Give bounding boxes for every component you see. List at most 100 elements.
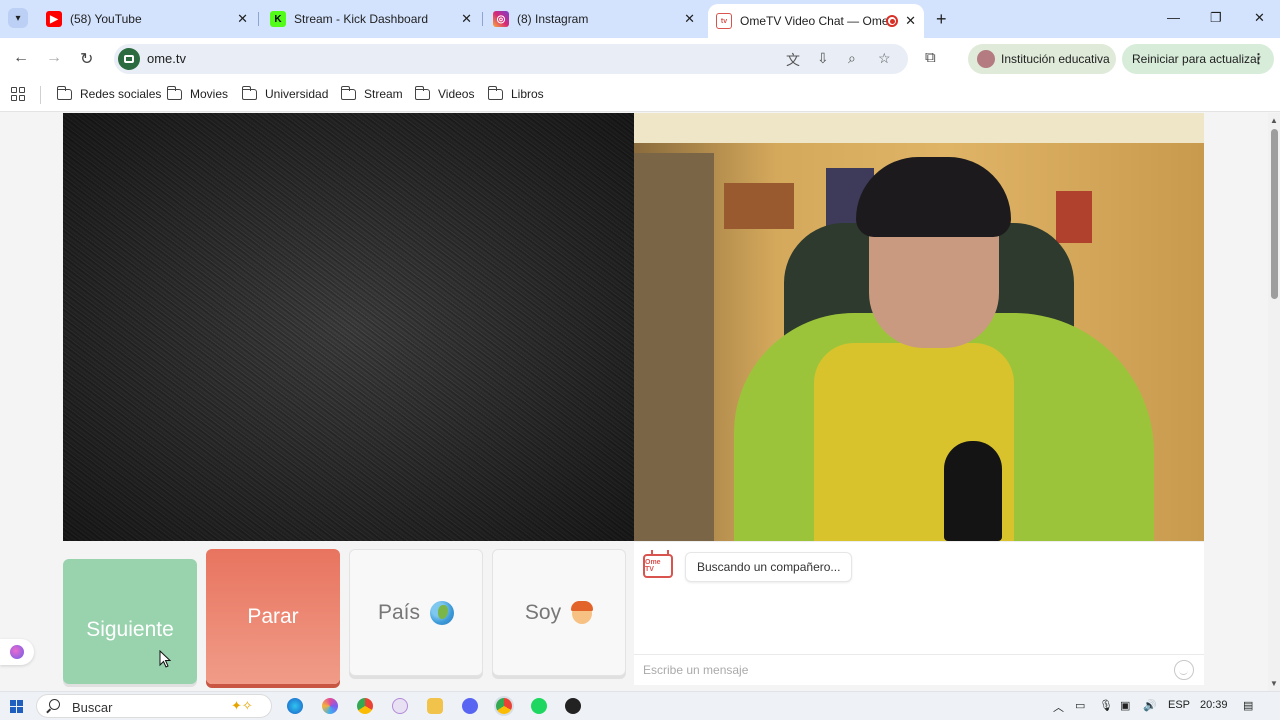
back-arrow-icon[interactable]: ← — [13, 49, 29, 67]
bookmark-star-icon[interactable]: ☆ — [878, 50, 891, 67]
bookmark-folder[interactable]: Libros — [487, 85, 544, 101]
bookmarks-bar: Redes sociales Movies Universidad Stream… — [0, 80, 1280, 112]
clock[interactable]: 20:39 — [1200, 699, 1228, 711]
country-button-label: País — [377, 600, 421, 624]
tab-instagram[interactable]: ◎ (8) Instagram ✕ — [485, 6, 703, 32]
next-button-label: Siguiente — [86, 617, 174, 641]
sparkle-icon: ✦✧ — [231, 698, 253, 713]
bookmark-folder[interactable]: Stream — [340, 85, 403, 101]
close-icon[interactable]: ✕ — [461, 11, 472, 27]
mouse-cursor-icon — [159, 650, 171, 668]
extensions-icon[interactable]: ⧉ — [925, 49, 936, 66]
bookmark-label: Libros — [511, 87, 544, 101]
zoom-icon[interactable]: ⌕ — [848, 50, 856, 67]
install-app-icon[interactable]: ⇩ — [817, 50, 829, 67]
tab-ometv[interactable]: tv OmeTV Video Chat — Ome ✕ — [708, 4, 924, 38]
avatar — [977, 50, 995, 68]
file-explorer-icon[interactable] — [427, 698, 443, 714]
chrome-active-icon[interactable] — [496, 698, 512, 714]
tab-youtube[interactable]: ▶ (58) YouTube ✕ — [38, 6, 256, 32]
next-button[interactable]: Siguiente — [63, 559, 197, 684]
obs-icon[interactable] — [565, 698, 581, 714]
apps-grid-icon[interactable] — [11, 87, 25, 101]
profile-label: Institución educativa — [1001, 52, 1110, 66]
tab-title: (8) Instagram — [517, 12, 589, 26]
folder-icon — [166, 85, 182, 100]
kick-icon: K — [270, 11, 286, 27]
restore-icon[interactable]: ❐ — [1210, 10, 1222, 26]
menu-dots-icon[interactable]: ⋮ — [1252, 51, 1265, 67]
folder-icon — [414, 85, 430, 100]
ometv-icon: tv — [716, 13, 732, 29]
scrollbar-thumb[interactable] — [1271, 129, 1278, 299]
folder-icon — [487, 85, 503, 100]
chat-message-input[interactable] — [643, 663, 1143, 677]
window-close-icon[interactable]: ✕ — [1254, 10, 1265, 26]
copilot-icon[interactable] — [322, 698, 338, 714]
taskbar-search[interactable]: Buscar ✦✧ — [36, 694, 272, 718]
discord-icon[interactable] — [462, 698, 478, 714]
tab-title: Stream - Kick Dashboard — [294, 12, 429, 26]
logo-text: Ome TV — [645, 559, 661, 573]
close-icon[interactable]: ✕ — [237, 11, 248, 27]
profile-button[interactable]: Institución educativa — [968, 44, 1116, 74]
close-icon[interactable]: ✕ — [684, 11, 695, 27]
reload-icon[interactable]: ↻ — [80, 49, 93, 69]
edge-icon[interactable] — [287, 698, 303, 714]
tab-divider — [258, 12, 259, 26]
translate-icon[interactable]: 文 — [786, 50, 800, 70]
search-icon — [49, 699, 60, 710]
chevron-up-icon[interactable]: ︿ — [1053, 699, 1064, 715]
network-icon[interactable]: ▣ — [1120, 699, 1130, 712]
address-bar[interactable]: ome.tv 文 ⇩ ⌕ ☆ — [114, 44, 908, 74]
site-info-icon[interactable] — [118, 48, 140, 70]
bookmark-label: Redes sociales — [80, 87, 162, 101]
boy-face-icon — [571, 600, 594, 625]
spotify-icon[interactable] — [531, 698, 547, 714]
instagram-icon: ◎ — [493, 11, 509, 27]
app-icon[interactable] — [392, 698, 408, 714]
side-widget[interactable] — [0, 639, 34, 665]
new-tab-button[interactable]: + — [936, 9, 947, 30]
minimize-icon[interactable]: — — [1167, 10, 1180, 25]
bookmark-folder[interactable]: Movies — [166, 85, 229, 101]
update-label: Reiniciar para actualizar — [1132, 52, 1261, 66]
ometv-page: Siguiente Parar País Soy Ome TV Buscando… — [0, 113, 1268, 691]
url-text[interactable]: ome.tv — [147, 51, 186, 66]
emoji-icon[interactable] — [1174, 660, 1194, 680]
scroll-up-icon[interactable]: ▲ — [1270, 116, 1278, 125]
microphone-icon[interactable]: 🎙 — [1099, 699, 1113, 712]
scroll-down-icon[interactable]: ▼ — [1270, 679, 1278, 688]
stop-button-label: Parar — [247, 604, 299, 628]
tab-title: (58) YouTube — [70, 12, 142, 26]
tab-divider — [482, 12, 483, 26]
country-button[interactable]: País — [349, 549, 483, 676]
volume-icon[interactable]: 🔊 — [1143, 699, 1157, 712]
recording-icon — [886, 15, 898, 27]
update-button[interactable]: Reiniciar para actualizar ⋮ — [1122, 44, 1274, 74]
brain-icon — [10, 645, 24, 659]
language-indicator[interactable]: ESP — [1168, 699, 1190, 711]
stranger-video — [63, 113, 634, 541]
battery-icon[interactable]: ▭ — [1075, 699, 1085, 712]
stop-button[interactable]: Parar — [206, 549, 340, 684]
taskbar-search-label: Buscar — [72, 700, 113, 715]
bookmark-label: Movies — [190, 87, 229, 101]
folder-icon — [56, 85, 72, 100]
folder-icon — [340, 85, 356, 100]
windows-start-icon[interactable] — [10, 700, 23, 713]
close-icon[interactable]: ✕ — [905, 13, 916, 29]
bookmark-folder[interactable]: Videos — [414, 85, 474, 101]
forward-arrow-icon[interactable]: → — [46, 49, 62, 67]
gender-button[interactable]: Soy — [492, 549, 626, 676]
page-scrollbar[interactable]: ▲ ▼ — [1268, 113, 1280, 691]
chat-status-message: Buscando un compañero... — [685, 552, 853, 582]
bookmark-folder[interactable]: Redes sociales — [56, 85, 162, 101]
tab-search-button[interactable]: ▾ — [8, 8, 28, 28]
notifications-icon[interactable]: ▤ — [1243, 699, 1253, 712]
bookmark-folder[interactable]: Universidad — [241, 85, 328, 101]
chrome-icon[interactable] — [357, 698, 373, 714]
tab-kick[interactable]: K Stream - Kick Dashboard ✕ — [262, 6, 480, 32]
youtube-icon: ▶ — [46, 11, 62, 27]
tab-strip: ▾ ▶ (58) YouTube ✕ K Stream - Kick Dashb… — [0, 0, 1280, 38]
